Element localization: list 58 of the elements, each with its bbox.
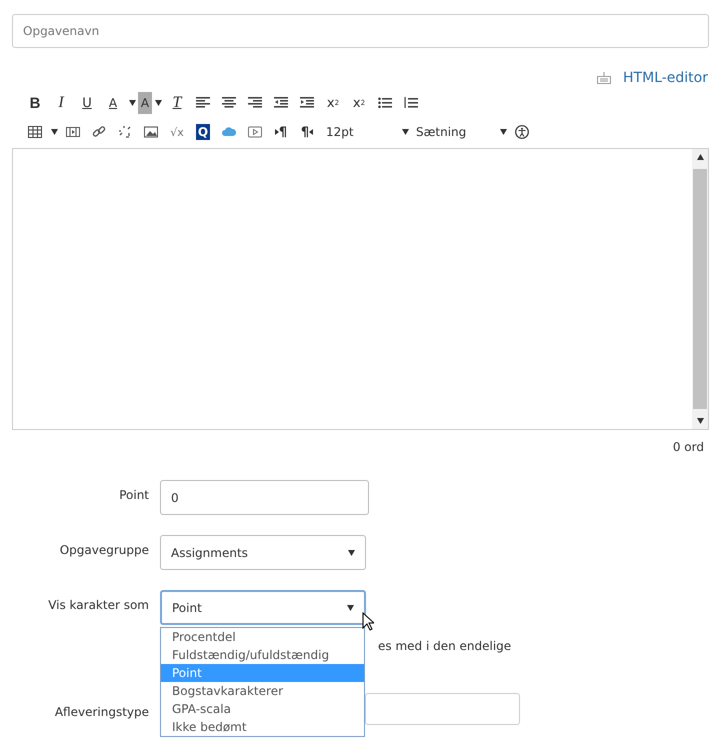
cloud-icon[interactable]: [222, 125, 236, 139]
dropdown-option[interactable]: Fuldstændig/ufuldstændig: [161, 646, 364, 664]
toolbar-dropdown[interactable]: Sætning: [410, 121, 508, 143]
outdent-icon[interactable]: [274, 96, 288, 110]
accessibility-icon[interactable]: [514, 125, 530, 139]
input-field[interactable]: 0: [160, 480, 369, 515]
align-right-icon[interactable]: [248, 96, 262, 110]
checkbox-label: es med i den endelige: [378, 639, 512, 653]
video-icon[interactable]: [248, 125, 262, 139]
clear-format-button[interactable]: T: [164, 92, 190, 114]
dropdown-option[interactable]: GPA-scala: [161, 700, 364, 718]
italic-button[interactable]: I: [48, 92, 74, 114]
text-color-button[interactable]: A: [100, 92, 126, 114]
toolbar-dropdown[interactable]: 12pt: [320, 121, 410, 143]
caret-icon: [402, 129, 409, 135]
highlight-button[interactable]: A: [138, 92, 152, 114]
keyboard-icon: [597, 72, 612, 84]
caret-icon[interactable]: [50, 129, 58, 135]
field-label: Afleveringstype: [54, 704, 150, 719]
quiz-button[interactable]: Q: [196, 124, 210, 140]
field-label: Point: [118, 487, 150, 502]
media-icon[interactable]: [66, 125, 80, 139]
dropdown-option[interactable]: Bogstavkarakterer: [161, 682, 364, 700]
select-field[interactable]: [365, 693, 520, 725]
dropdown-option[interactable]: Procentdel: [161, 628, 364, 646]
select-field[interactable]: Point: [160, 590, 366, 625]
caret-icon: [500, 129, 507, 135]
dropdown-option[interactable]: Ikke bedømt: [161, 718, 364, 736]
select-field[interactable]: Assignments: [160, 535, 366, 570]
caret-icon: [347, 604, 354, 610]
caret-icon: [348, 550, 355, 556]
field-label: Vis karakter som: [47, 597, 150, 612]
word-count: 0 ord: [672, 440, 704, 454]
arrow-right-icon: [274, 129, 279, 135]
ltr-button[interactable]: ¶: [268, 121, 294, 143]
image-icon[interactable]: [144, 125, 158, 139]
arrow-up-icon[interactable]: [696, 154, 704, 160]
caret-icon[interactable]: [128, 100, 136, 106]
title-field[interactable]: Opgavenavn: [12, 14, 709, 48]
bold-button[interactable]: B: [22, 92, 48, 114]
html-editor-link[interactable]: HTML-editor: [623, 70, 708, 86]
arrow-left-icon: [309, 129, 314, 135]
arrow-down-icon[interactable]: [696, 418, 704, 424]
underline-button[interactable]: U: [74, 92, 100, 114]
link-icon[interactable]: [92, 125, 106, 139]
unlink-icon[interactable]: [118, 125, 132, 139]
numbered-list-icon[interactable]: [404, 96, 418, 110]
rtl-button[interactable]: ¶: [294, 121, 320, 143]
indent-icon[interactable]: [300, 96, 314, 110]
caret-icon[interactable]: [154, 100, 162, 106]
bullet-list-icon[interactable]: [378, 96, 392, 110]
superscript-button[interactable]: x$^{2}$: [320, 92, 346, 114]
math-button[interactable]: √x: [164, 121, 190, 143]
table-icon[interactable]: [28, 125, 42, 139]
scrollbar[interactable]: [692, 149, 708, 429]
field-label: Opgavegruppe: [58, 542, 150, 557]
align-center-icon[interactable]: [222, 96, 236, 110]
align-left-icon[interactable]: [196, 96, 210, 110]
